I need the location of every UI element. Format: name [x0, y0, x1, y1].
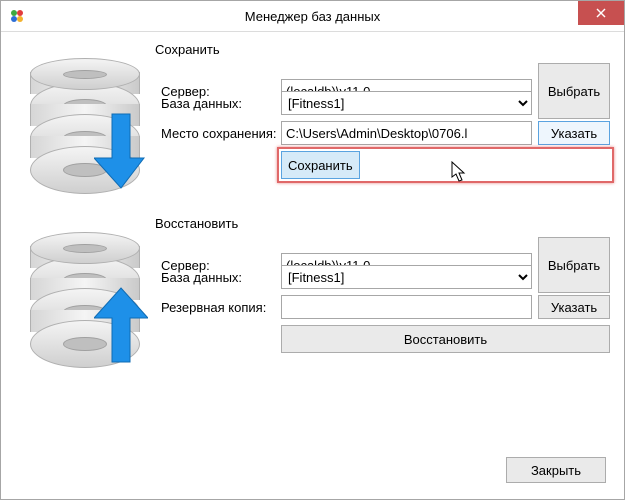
restore-action-row: Восстановить	[155, 325, 610, 353]
close-icon	[596, 8, 606, 18]
restore-backup-label: Резервная копия:	[155, 300, 281, 315]
save-db-icon	[15, 42, 155, 202]
window-title: Менеджер баз данных	[1, 9, 624, 24]
save-db-label: База данных:	[155, 96, 281, 111]
save-button[interactable]: Сохранить	[281, 151, 360, 179]
save-path-input[interactable]	[281, 121, 532, 145]
restore-backup-input[interactable]	[281, 295, 532, 319]
restore-db-icon	[15, 216, 155, 376]
window: Менеджер баз данных	[0, 0, 625, 500]
save-path-label: Место сохранения:	[155, 126, 281, 141]
restore-form: Восстановить Сервер: Выбрать База данных…	[155, 216, 610, 376]
title-bar: Менеджер баз данных	[1, 1, 624, 32]
content-area: Сохранить Сервер: Выбрать База данных: […	[1, 32, 624, 376]
save-action-row: Сохранить	[155, 151, 610, 179]
save-group-title: Сохранить	[155, 42, 610, 57]
restore-button[interactable]: Восстановить	[281, 325, 610, 353]
save-select-server-button[interactable]: Выбрать	[538, 63, 610, 119]
close-button[interactable]: Закрыть	[506, 457, 606, 483]
restore-db-label: База данных:	[155, 270, 281, 285]
save-form: Сохранить Сервер: Выбрать База данных: […	[155, 42, 610, 202]
save-path-row: Место сохранения: Указать	[155, 121, 610, 145]
restore-section: Восстановить Сервер: Выбрать База данных…	[15, 216, 610, 376]
restore-backup-row: Резервная копия: Указать	[155, 295, 610, 319]
restore-select-server-button[interactable]: Выбрать	[538, 237, 610, 293]
restore-group-title: Восстановить	[155, 216, 610, 231]
arrow-down-icon	[94, 112, 148, 190]
save-section: Сохранить Сервер: Выбрать База данных: […	[15, 42, 610, 202]
window-close-button[interactable]	[578, 1, 624, 25]
app-icon	[9, 8, 25, 24]
save-path-browse-button[interactable]: Указать	[538, 121, 610, 145]
save-db-select[interactable]: [Fitness1]	[281, 91, 532, 115]
arrow-up-icon	[94, 286, 148, 364]
footer: Закрыть	[506, 457, 606, 483]
cursor-icon	[451, 161, 467, 183]
restore-db-select[interactable]: [Fitness1]	[281, 265, 532, 289]
restore-backup-browse-button[interactable]: Указать	[538, 295, 610, 319]
